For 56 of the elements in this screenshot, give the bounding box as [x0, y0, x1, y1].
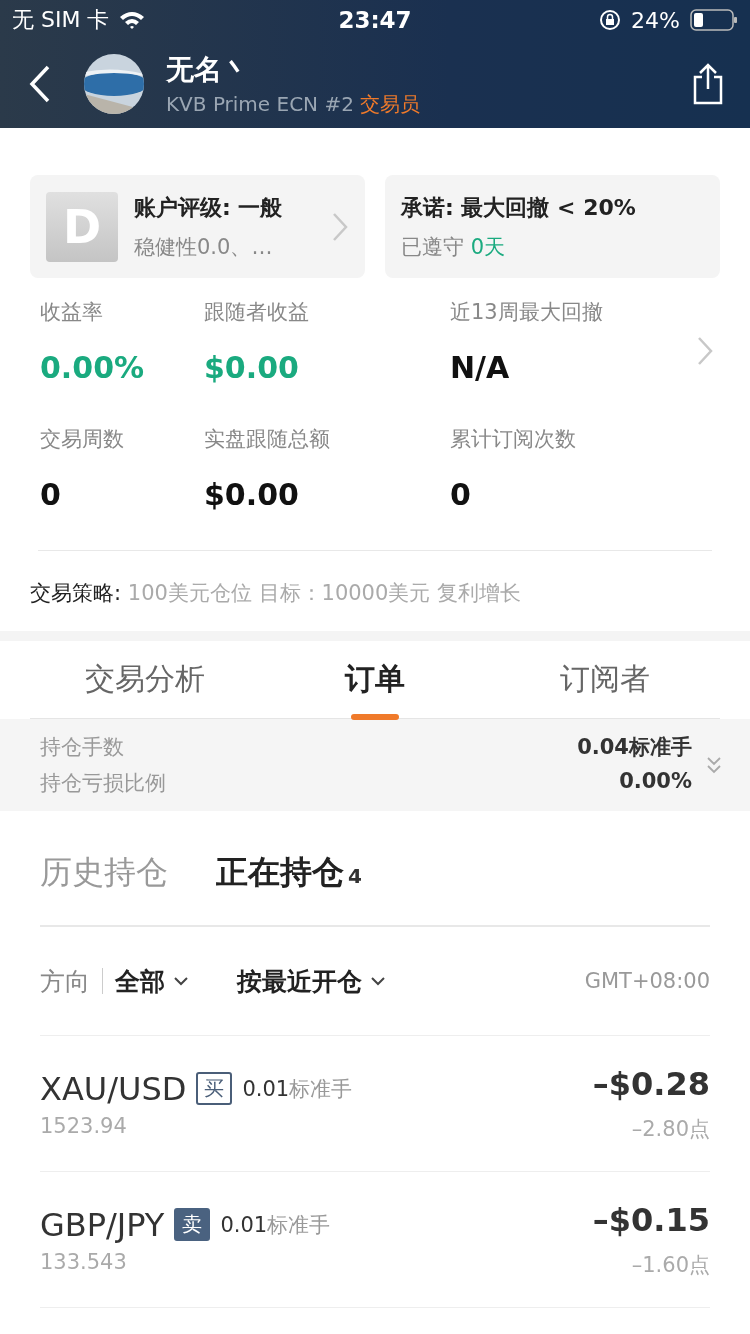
stat-label: 近13周最大回撤 — [450, 299, 604, 326]
position-tab[interactable]: 正在持仓 4 — [216, 851, 362, 895]
stat-value: $0.00 — [204, 477, 300, 512]
stat-label: 交易周数 — [40, 426, 125, 453]
chevron-right-icon — [331, 211, 349, 242]
stat-label: 累计订阅次数 — [450, 426, 577, 453]
tab[interactable]: 订单 — [260, 641, 490, 718]
stat-value: 0 — [450, 477, 472, 512]
stat-label: 收益率 — [40, 299, 104, 326]
timezone-text: GMT+08:00 — [584, 969, 710, 993]
battery-icon — [690, 9, 738, 31]
account-text: KVB Prime ECN #2 交易员 — [166, 90, 422, 118]
share-icon[interactable] — [691, 63, 725, 105]
strategy-text: 交易策略: 100美元仓位 目标：10000美元 复利增长 — [29, 580, 522, 607]
lots-text: 0.01标准手 — [220, 1211, 331, 1239]
card-title: 账户评级: 一般 — [134, 193, 284, 222]
chevron-down-icon — [370, 976, 386, 986]
stat-value: 0 — [40, 477, 62, 512]
clock-text: 23:47 — [338, 7, 412, 33]
battery-text: 24% — [631, 7, 680, 33]
card-subtitle: 稳健性0.0、… — [134, 233, 274, 261]
rotation-lock-icon — [599, 9, 622, 31]
stat-value: 0.00% — [40, 350, 146, 385]
price-text: 1523.94 — [40, 1113, 128, 1138]
stat-value: $0.00 — [204, 350, 300, 385]
direction-label: 方向 — [40, 965, 90, 998]
stat-label: 跟随者收益 — [204, 299, 310, 326]
points-text: –1.60点 — [630, 1251, 710, 1279]
lots-text: 0.01标准手 — [242, 1075, 353, 1103]
side-tag: 卖 — [174, 1208, 211, 1241]
stat-label: 实盘跟随总额 — [204, 426, 331, 453]
price-text: 133.543 — [40, 1249, 128, 1274]
chevron-down-icon — [173, 976, 189, 986]
tab[interactable]: 订阅者 — [490, 641, 720, 718]
symbol-text: GBP/JPY — [40, 1205, 165, 1244]
stat-value: N/A — [450, 350, 511, 385]
summary-value: 0.04标准手 — [577, 734, 692, 761]
wifi-icon — [119, 10, 146, 30]
points-text: –2.80点 — [630, 1115, 710, 1143]
summary-value: 0.00% — [619, 769, 692, 795]
symbol-text: XAU/USD — [40, 1069, 187, 1108]
card-title: 承诺: 最大回撤 < 20% — [401, 193, 637, 222]
trader-name: 无名丶 — [166, 51, 251, 88]
carrier-text: 无 SIM 卡 — [12, 6, 110, 34]
tab[interactable]: 交易分析 — [30, 641, 260, 718]
sort-dropdown[interactable]: 按最近开仓 — [237, 964, 386, 998]
side-tag: 买 — [196, 1072, 233, 1105]
card-subtitle: 已遵守 0天 — [401, 233, 507, 261]
profit-text: –$0.28 — [592, 1064, 710, 1103]
summary-label: 持仓手数 — [40, 734, 124, 761]
summary-label: 持仓亏损比例 — [40, 770, 166, 797]
chevron-right-icon — [696, 336, 714, 366]
back-icon[interactable] — [28, 64, 52, 104]
profit-text: –$0.15 — [592, 1200, 710, 1239]
avatar — [84, 54, 144, 114]
direction-dropdown[interactable]: 全部 — [115, 964, 189, 998]
